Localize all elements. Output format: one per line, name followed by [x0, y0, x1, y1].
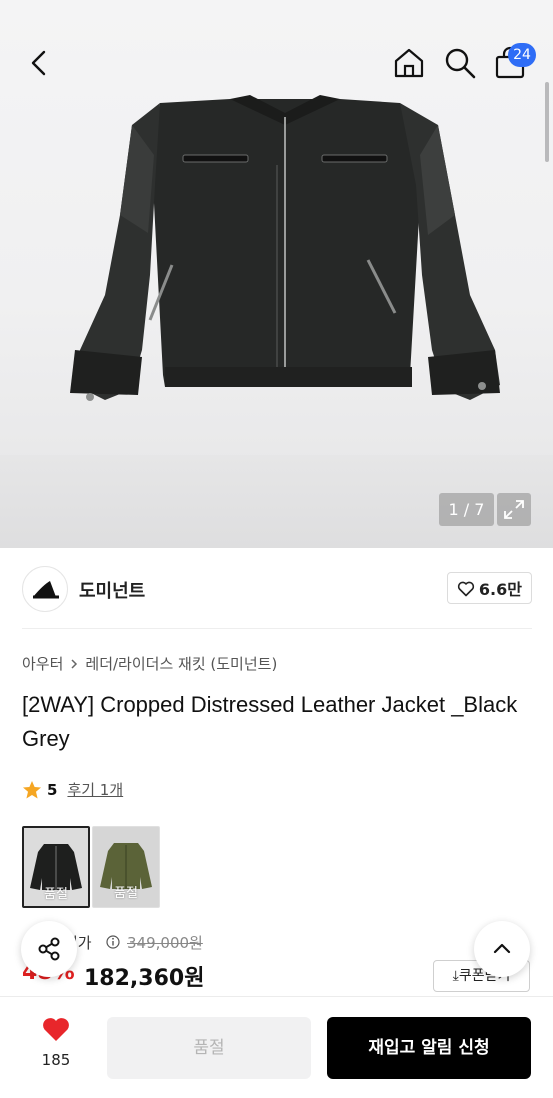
- image-pager: 1 / 7: [439, 493, 494, 526]
- share-button[interactable]: [21, 921, 77, 977]
- product-title: [2WAY] Cropped Distressed Leather Jacket…: [22, 692, 518, 751]
- brand-logo-mark: [33, 581, 59, 599]
- info-icon[interactable]: [106, 935, 120, 949]
- soldout-button[interactable]: 품절: [107, 1017, 311, 1079]
- share-icon: [38, 937, 60, 961]
- heart-filled-icon: [43, 1018, 69, 1041]
- brand-logo[interactable]: [22, 566, 68, 612]
- brand-like-count: 6.6만: [478, 580, 522, 599]
- product-image-gallery[interactable]: 24 1 / 7: [0, 0, 553, 548]
- color-swatch-khaki[interactable]: 품절: [92, 826, 160, 908]
- search-icon[interactable]: [443, 46, 477, 80]
- chevron-right-icon: [71, 658, 78, 669]
- breadcrumb: 아우터 레더/라이더스 재킷 (도미넌트): [22, 653, 277, 674]
- brand-name[interactable]: 도미넌트: [79, 577, 145, 603]
- wishlist-count: 185: [41, 1051, 71, 1069]
- color-swatch-black[interactable]: 품절: [22, 826, 90, 908]
- price-area: 정가 349,000원 48% 182,360원 ⤓쿠폰받기: [22, 930, 532, 995]
- scroll-to-top-button[interactable]: [474, 921, 530, 977]
- swatch-soldout-label: 품절: [44, 887, 68, 902]
- purchase-bar: 185 품절 재입고 알림 신청: [0, 996, 553, 1098]
- breadcrumb-subcategory[interactable]: 레더/라이더스 재킷 (도미넌트): [85, 653, 277, 674]
- original-price: 349,000원: [127, 934, 203, 952]
- chevron-up-icon: [493, 943, 511, 954]
- breadcrumb-category[interactable]: 아우터: [22, 653, 63, 674]
- section-divider: [22, 628, 532, 629]
- expand-icon: [504, 500, 524, 519]
- brand-row: 도미넌트 6.6만: [22, 566, 532, 612]
- swatch-soldout-label: 품절: [114, 886, 138, 901]
- back-icon[interactable]: [24, 46, 56, 80]
- review-link[interactable]: 후기 1개: [67, 779, 123, 800]
- page-scrollbar[interactable]: [545, 82, 549, 162]
- sale-price: 182,360원: [84, 966, 205, 991]
- rating-score: 5: [47, 780, 58, 799]
- wishlist-button[interactable]: 185: [28, 1015, 84, 1069]
- home-icon[interactable]: [392, 46, 426, 80]
- restock-alert-button[interactable]: 재입고 알림 신청: [327, 1017, 531, 1079]
- cart-count-badge: 24: [508, 43, 536, 67]
- jacket-product-image: [70, 95, 500, 401]
- expand-image-button[interactable]: [497, 493, 531, 526]
- rating-summary: 5 후기 1개: [22, 779, 123, 800]
- heart-outline-icon: [457, 581, 475, 596]
- star-icon: [23, 780, 41, 798]
- brand-like-button[interactable]: 6.6만: [446, 572, 532, 604]
